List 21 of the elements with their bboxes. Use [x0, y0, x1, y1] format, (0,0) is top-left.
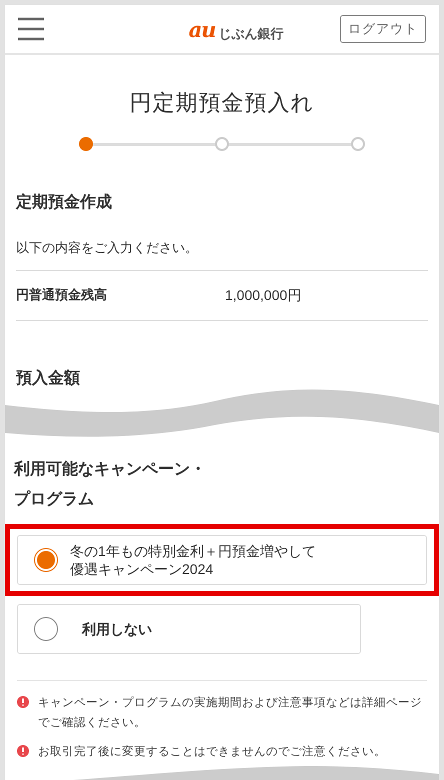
warning-icon: [17, 696, 29, 708]
note-text: キャンペーン・プログラムの実施期間および注意事項などは詳細ページでご確認ください。: [38, 695, 423, 730]
logout-button[interactable]: ログアウト: [340, 15, 426, 43]
page-title: 円定期預金預入れ: [128, 89, 316, 117]
option-label: 利用しない: [82, 620, 152, 638]
section-title: 定期預金作成: [16, 192, 113, 213]
instruction-text: 以下の内容をご入力ください。: [16, 238, 428, 270]
logo-mark: au: [188, 18, 216, 40]
radio-option[interactable]: 利用しない: [17, 604, 361, 654]
section-title: 預入金額: [15, 368, 81, 388]
campaign-title: 利用可能なキャンペーン・プログラム: [12, 460, 207, 510]
menu-icon[interactable]: [18, 17, 44, 41]
radio-button[interactable]: [34, 548, 58, 572]
radio-option[interactable]: 冬の1年もの特別金利＋円預金増やして優遇キャンペーン2024: [17, 534, 427, 584]
option-label: 冬の1年もの特別金利＋円預金増やして優遇キャンペーン2024: [70, 542, 317, 578]
note-text: お取引完了後に変更することはできませんのでご注意ください。: [38, 744, 386, 760]
radio-button[interactable]: [34, 616, 58, 640]
balance-value: 1,000,000円: [225, 286, 302, 304]
balance-label: 円普通預金残高: [16, 286, 108, 304]
logo-text: じぶん銀行: [218, 26, 284, 40]
warning-icon: [17, 744, 29, 756]
